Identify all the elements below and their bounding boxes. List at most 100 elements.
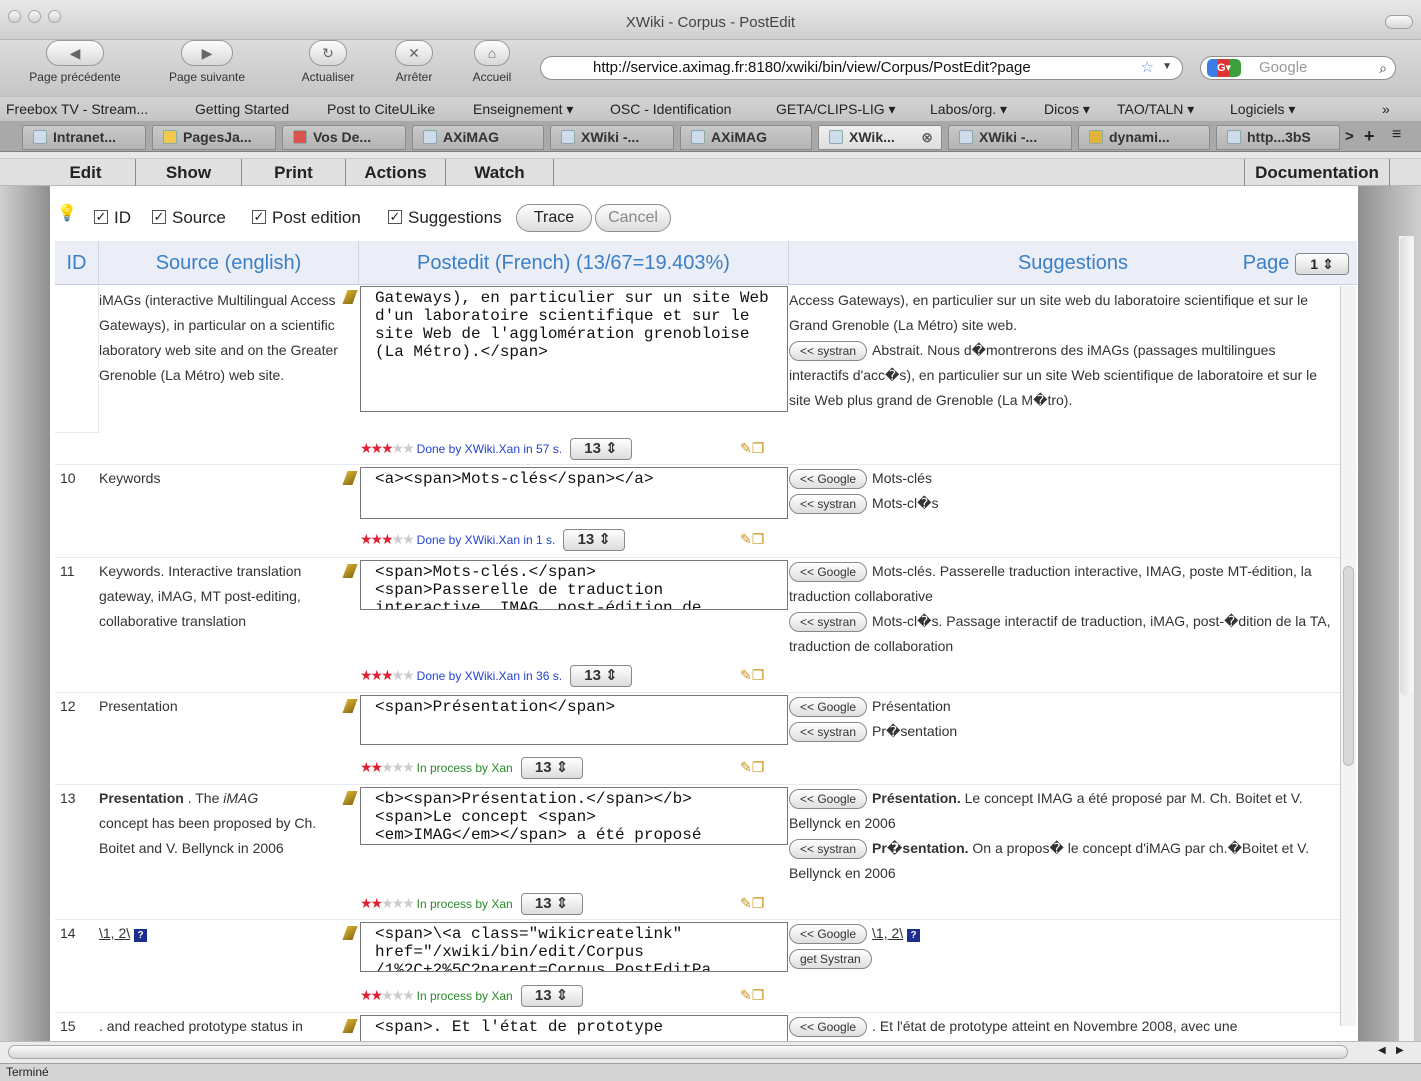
postedit-textarea[interactable]: <span>Mots-clés.</span> <span>Passerelle… (360, 560, 788, 610)
horizontal-scrollbar-thumb[interactable] (8, 1045, 1348, 1059)
lightbulb-icon[interactable]: 💡 (57, 198, 77, 230)
cancel-button[interactable]: Cancel (595, 204, 671, 232)
page-scrollbar-thumb[interactable] (1400, 236, 1413, 696)
horizontal-scrollbar[interactable]: ◀ ▶ (0, 1041, 1421, 1063)
tab-list-icon[interactable]: ≡ (1392, 126, 1401, 144)
menu-edit[interactable]: Edit (36, 159, 136, 186)
minimize-window-button[interactable] (28, 10, 41, 23)
google-button[interactable]: << Google (789, 469, 868, 490)
edit-copy-icon[interactable]: ✎❐ (740, 888, 764, 918)
bookmark-star-icon[interactable]: ☆ (1141, 57, 1154, 79)
close-window-button[interactable] (8, 10, 21, 23)
count-spinner[interactable]: 13 ⇕ (520, 985, 583, 1008)
trace-button[interactable]: Trace (516, 204, 592, 232)
rating-stars[interactable]: ★★★★★ (360, 759, 415, 775)
search-icon[interactable]: ⌕ (1379, 57, 1387, 79)
postedit-textarea[interactable]: <span>\<a class="wikicreatelink" href="/… (360, 922, 788, 972)
google-button[interactable]: << Google (789, 1017, 868, 1038)
google-engine-icon[interactable]: G▾ (1207, 59, 1241, 77)
tab[interactable]: PagesJa... (152, 125, 276, 150)
menu-watch[interactable]: Watch (446, 159, 554, 186)
close-tab-icon[interactable]: ⊗ (921, 126, 933, 149)
rating-stars[interactable]: ★★★★★ (360, 440, 415, 456)
tab[interactable]: AXiMAG (412, 125, 544, 150)
new-tab-icon[interactable]: + (1364, 126, 1375, 147)
tab[interactable]: XWiki -... (550, 125, 674, 150)
toggle-id[interactable]: ✓ ID (94, 202, 131, 234)
toggle-source[interactable]: ✓ Source (152, 202, 226, 234)
bookmark-folder[interactable]: Labos/org. ▾ (930, 97, 1007, 122)
pencil-icon[interactable] (342, 1019, 358, 1033)
help-icon[interactable]: ? (907, 929, 921, 942)
forward-button[interactable]: ▶ Page suivante (152, 40, 262, 84)
edit-copy-icon[interactable]: ✎❐ (740, 660, 764, 690)
tab[interactable]: Intranet... (22, 125, 146, 150)
systran-button[interactable]: << systran (789, 341, 868, 362)
tab[interactable]: XWiki -... (948, 125, 1072, 150)
search-field[interactable]: G▾ Google ⌕ (1200, 56, 1396, 80)
menu-actions[interactable]: Actions (346, 159, 446, 186)
count-spinner[interactable]: 13 ⇕ (520, 757, 583, 780)
menu-documentation[interactable]: Documentation (1244, 159, 1390, 186)
tabs-overflow-icon[interactable]: > (1345, 128, 1354, 145)
scroll-right-icon[interactable]: ▶ (1396, 1045, 1404, 1056)
page-spinner[interactable]: 1 ⇕ (1295, 252, 1349, 275)
page-selector[interactable]: Page 1 ⇕ (1243, 241, 1349, 285)
count-spinner[interactable]: 13 ⇕ (520, 893, 583, 916)
count-spinner[interactable]: 13 ⇕ (569, 438, 632, 461)
bookmark-folder[interactable]: Enseignement ▾ (473, 97, 573, 122)
toggle-post-edition[interactable]: ✓ Post edition (252, 202, 361, 234)
bookmark-folder[interactable]: Dicos ▾ (1044, 97, 1090, 122)
zoom-window-button[interactable] (48, 10, 61, 23)
rating-stars[interactable]: ★★★★★ (360, 531, 415, 547)
url-bar[interactable]: http://service.aximag.fr:8180/xwiki/bin/… (540, 56, 1183, 80)
systran-button[interactable]: << systran (789, 839, 868, 860)
edit-copy-icon[interactable]: ✎❐ (740, 524, 764, 554)
rating-stars[interactable]: ★★★★★ (360, 987, 415, 1003)
bookmark-item[interactable]: Freebox TV - Stream... (6, 97, 148, 122)
postedit-textarea[interactable]: <span>Présentation</span> (360, 695, 788, 745)
tab[interactable]: dynami... (1078, 125, 1210, 150)
count-spinner[interactable]: 13 ⇕ (569, 665, 632, 688)
pencil-icon[interactable] (342, 699, 358, 713)
bookmark-item[interactable]: Post to CiteULike (327, 97, 435, 122)
rating-stars[interactable]: ★★★★★ (360, 895, 415, 911)
pencil-icon[interactable] (342, 926, 358, 940)
tab[interactable]: AXiMAG (680, 125, 812, 150)
tab[interactable]: Vos De... (282, 125, 406, 150)
stop-button[interactable]: ✕ Arrêter (382, 40, 446, 84)
postedit-textarea[interactable]: Gateways), en particulier sur un site We… (360, 286, 788, 412)
menu-show[interactable]: Show (136, 159, 242, 186)
bookmark-folder[interactable]: Logiciels ▾ (1230, 97, 1295, 122)
postedit-textarea[interactable]: <span>. Et l'état de prototype (360, 1015, 788, 1041)
url-history-dropdown-icon[interactable]: ▼ (1162, 57, 1172, 78)
table-scrollbar[interactable] (1340, 286, 1356, 1026)
rating-stars[interactable]: ★★★★★ (360, 667, 415, 683)
toolbar-toggle-button[interactable] (1385, 15, 1413, 29)
toggle-suggestions[interactable]: ✓ Suggestions (388, 202, 502, 234)
edit-copy-icon[interactable]: ✎❐ (740, 980, 764, 1010)
bookmark-item[interactable]: OSC - Identification (610, 97, 731, 122)
pencil-icon[interactable] (342, 564, 358, 578)
tab[interactable]: http...3bS (1216, 125, 1340, 150)
bookmark-folder[interactable]: GETA/CLIPS-LIG ▾ (776, 97, 896, 122)
pencil-icon[interactable] (342, 471, 358, 485)
help-icon[interactable]: ? (134, 929, 148, 942)
edit-copy-icon[interactable]: ✎❐ (740, 433, 764, 463)
reload-button[interactable]: ↻ Actualiser (290, 40, 366, 84)
back-button[interactable]: ◀ Page précédente (20, 40, 130, 84)
scroll-left-icon[interactable]: ◀ (1378, 1045, 1386, 1056)
google-button[interactable]: << Google (789, 697, 868, 718)
pencil-icon[interactable] (342, 791, 358, 805)
google-button[interactable]: << Google (789, 789, 868, 810)
systran-button[interactable]: << systran (789, 494, 868, 515)
google-button[interactable]: << Google (789, 924, 868, 945)
menu-print[interactable]: Print (242, 159, 346, 186)
systran-button[interactable]: << systran (789, 612, 868, 633)
postedit-textarea[interactable]: <b><span>Présentation.</span></b> <span>… (360, 787, 788, 845)
bookmark-item[interactable]: Getting Started (195, 97, 289, 122)
systran-button[interactable]: << systran (789, 722, 868, 743)
tab-active[interactable]: XWik... ⊗ (818, 125, 942, 150)
bookmark-folder[interactable]: TAO/TALN ▾ (1117, 97, 1194, 122)
edit-copy-icon[interactable]: ✎❐ (740, 752, 764, 782)
